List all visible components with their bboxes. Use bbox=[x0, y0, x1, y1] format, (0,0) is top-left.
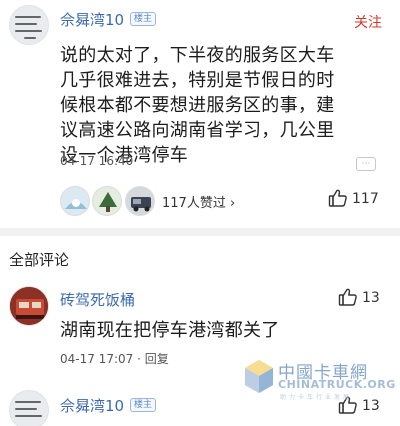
op-badge: 楼主 bbox=[130, 12, 157, 26]
likes-summary-link[interactable]: 117人赞过 › bbox=[162, 192, 235, 211]
cube-logo-icon bbox=[245, 360, 273, 393]
watermark-subtitle: CHINATRUCK.ORG bbox=[278, 378, 396, 391]
comment-text: 湖南现在把停车港湾都关了 bbox=[60, 320, 280, 341]
comment-text: 说的太对了，下半夜的服务区大车几乎很难进去，特别是节假日的时候根本都不要想进服务… bbox=[60, 45, 335, 166]
comment-time: 04-17 17:07 · 回复 bbox=[60, 352, 169, 366]
user-avatar[interactable] bbox=[9, 286, 49, 326]
username[interactable]: 佘曻湾10 bbox=[60, 395, 124, 416]
liker-avatar[interactable] bbox=[92, 186, 122, 216]
comment-time: 04-17 16:40 bbox=[60, 154, 134, 168]
user-avatar[interactable] bbox=[9, 5, 49, 45]
watermark-logo: 中國卡車網 CHINATRUCK.ORG 助力卡车行业发展 bbox=[240, 356, 400, 402]
liker-avatar[interactable] bbox=[60, 186, 90, 216]
like-count: 13 bbox=[362, 290, 380, 306]
thumbs-up-icon[interactable] bbox=[328, 188, 348, 212]
section-divider bbox=[0, 228, 400, 236]
username[interactable]: 佘曻湾10 bbox=[60, 9, 124, 30]
reply-icon[interactable]: ⋯ bbox=[356, 157, 376, 171]
section-title: 全部评论 bbox=[9, 251, 70, 269]
op-badge: 楼主 bbox=[130, 398, 157, 412]
follow-button[interactable]: 关注 bbox=[354, 12, 382, 32]
user-avatar[interactable] bbox=[9, 390, 49, 426]
watermark-tagline: 助力卡车行业发展 bbox=[280, 394, 353, 401]
username[interactable]: 砖驾死饭桶 bbox=[60, 289, 135, 310]
thumbs-up-icon[interactable] bbox=[338, 287, 358, 311]
liker-avatar[interactable] bbox=[125, 186, 155, 216]
like-count: 117 bbox=[352, 191, 379, 207]
